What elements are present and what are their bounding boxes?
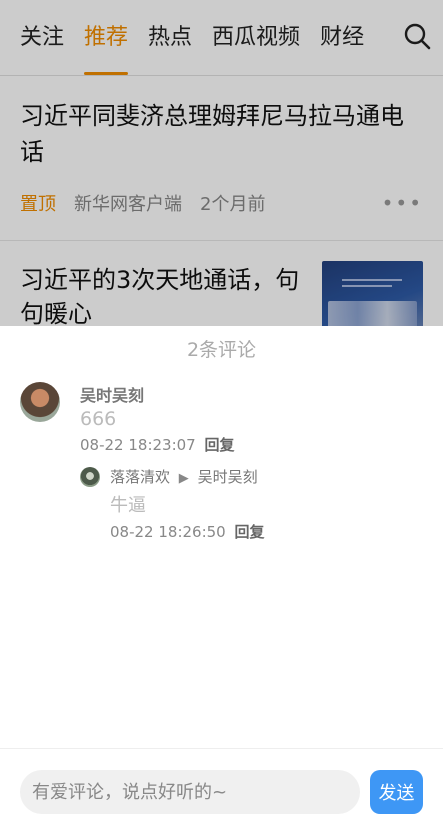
send-button[interactable]: 发送 [370, 770, 423, 814]
reply-users: 落落清欢 ▶ 吴时吴刻 [110, 467, 443, 489]
reply-button[interactable]: 回复 [235, 523, 265, 541]
comment-meta: 08-22 18:23:07 回复 [80, 434, 443, 455]
page: 关注 推荐 热点 西瓜视频 财经 习近平同斐济总理姆拜尼马拉马通电话 置顶 新华… [0, 0, 443, 834]
comment-item: 吴时吴刻 666 08-22 18:23:07 回复 落落清欢 ▶ 吴时吴刻 牛… [0, 374, 443, 542]
reply-button[interactable]: 回复 [205, 436, 235, 454]
avatar[interactable] [20, 382, 60, 422]
comment-input-bar: 发送 [0, 748, 443, 834]
reply-time: 08-22 18:26:50 [110, 523, 226, 541]
dim-overlay[interactable] [0, 0, 443, 326]
reply-text: 牛逼 [110, 495, 146, 516]
reply-to-username[interactable]: 吴时吴刻 [198, 468, 258, 486]
comment-time: 08-22 18:23:07 [80, 436, 196, 454]
comment-username[interactable]: 吴时吴刻 [80, 382, 443, 406]
avatar[interactable] [80, 467, 100, 487]
comments-sheet: 2条评论 吴时吴刻 666 08-22 18:23:07 回复 落落清欢 ▶ 吴… [0, 326, 443, 834]
reply-username[interactable]: 落落清欢 [110, 468, 170, 486]
comment-input[interactable] [20, 770, 360, 814]
reply-item: 落落清欢 ▶ 吴时吴刻 牛逼 08-22 18:26:50 回复 [80, 467, 443, 542]
comments-count-header: 2条评论 [186, 339, 257, 361]
reply-meta: 08-22 18:26:50 回复 [110, 521, 443, 542]
comment-text: 666 [80, 408, 117, 430]
reply-arrow-icon: ▶ [178, 471, 189, 486]
